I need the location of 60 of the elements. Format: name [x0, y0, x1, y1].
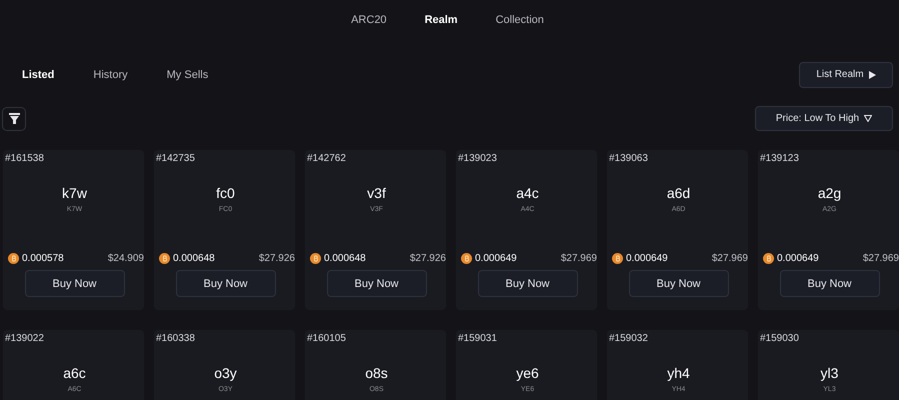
- realm-number: #159030: [760, 333, 799, 344]
- realm-number: #139063: [609, 153, 648, 164]
- filter-button[interactable]: [2, 106, 26, 130]
- realm-name: a6c: [63, 365, 86, 381]
- buy-now-button[interactable]: Buy Now: [176, 270, 276, 297]
- realm-number: #159031: [458, 333, 497, 344]
- realm-name: yl3: [820, 365, 838, 381]
- list-realm-button[interactable]: List Realm: [799, 62, 893, 88]
- btc-price: 0.000648: [324, 253, 366, 264]
- buy-now-button[interactable]: Buy Now: [478, 270, 578, 297]
- realm-number: #142762: [307, 153, 346, 164]
- coin-icon: [461, 253, 472, 264]
- buy-now-button[interactable]: Buy Now: [326, 270, 426, 297]
- realm-number: #160105: [307, 333, 346, 344]
- realm-name: k7w: [62, 185, 87, 201]
- realm-number: #139123: [760, 153, 799, 164]
- caret-icon: [864, 115, 872, 122]
- btc-price: 0.000648: [173, 253, 215, 264]
- btc-price: 0.000578: [22, 253, 64, 264]
- btc-price: 0.000649: [626, 253, 668, 264]
- usd-price: $27.926: [258, 253, 295, 264]
- coin-icon: [159, 253, 170, 264]
- buy-now-button[interactable]: Buy Now: [780, 270, 880, 297]
- coin-icon: [763, 253, 774, 264]
- buy-now-button[interactable]: Buy Now: [24, 270, 124, 297]
- realm-name: v3f: [367, 185, 386, 201]
- realm-name: a6d: [666, 185, 690, 201]
- coin-icon: [310, 253, 321, 264]
- nav-tab[interactable]: Realm: [424, 14, 458, 40]
- filter-tab[interactable]: History: [93, 68, 128, 80]
- filter-tab[interactable]: Listed: [22, 68, 54, 80]
- play-icon: [868, 70, 876, 78]
- btc-price: 0.000649: [475, 253, 517, 264]
- usd-price: $27.969: [560, 253, 597, 264]
- sort-dropdown[interactable]: Price: Low To High: [755, 106, 893, 131]
- realm-number: #160338: [156, 333, 195, 344]
- usd-price: $27.969: [862, 253, 899, 264]
- usd-price: $24.909: [108, 253, 144, 264]
- coin-icon: [612, 253, 623, 264]
- filter-tab[interactable]: My Sells: [166, 68, 208, 80]
- buy-now-button[interactable]: Buy Now: [628, 270, 728, 297]
- nav-tab[interactable]: Collection: [496, 14, 544, 40]
- coin-icon: [8, 253, 19, 264]
- usd-price: $27.969: [712, 253, 748, 264]
- filter-icon: [8, 113, 20, 124]
- nav-tab[interactable]: ARC20: [351, 14, 387, 40]
- realm-name: o8s: [365, 365, 388, 381]
- usd-price: $27.926: [410, 253, 446, 264]
- realm-name: ye6: [516, 365, 539, 381]
- realm-name: yh4: [667, 365, 690, 381]
- realm-name: o3y: [214, 365, 237, 381]
- btc-price: 0.000649: [777, 253, 819, 264]
- realm-name: fc0: [216, 185, 235, 201]
- realm-name: a2g: [818, 185, 842, 201]
- realm-name: a4c: [516, 185, 539, 201]
- realm-number: #139023: [458, 153, 497, 164]
- realm-number: #159032: [609, 333, 648, 344]
- realm-number: #139022: [5, 333, 44, 344]
- realm-number: #142735: [156, 153, 195, 164]
- realm-number: #161538: [5, 153, 44, 164]
